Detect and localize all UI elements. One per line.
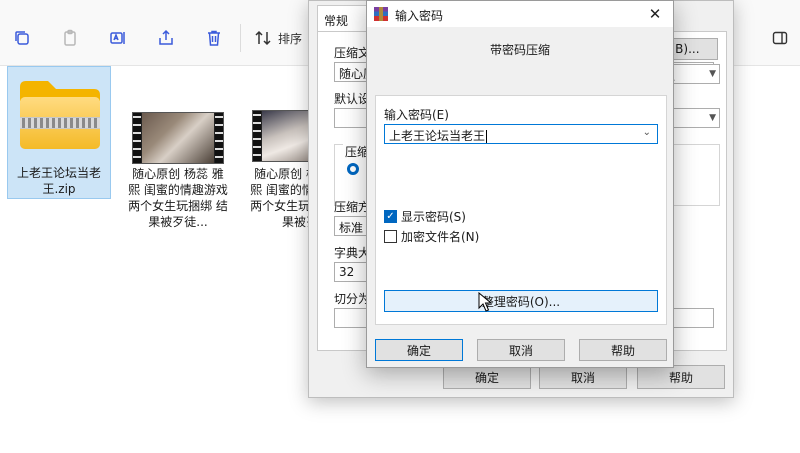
- rename-icon[interactable]: [108, 28, 128, 48]
- help-button[interactable]: 帮助: [579, 339, 667, 361]
- chevron-down-icon[interactable]: ⌄: [643, 127, 651, 138]
- checkbox-box: [384, 230, 397, 243]
- toolbar-divider: [240, 24, 241, 52]
- default-profile-label: 默认设: [334, 92, 371, 106]
- sort-button[interactable]: 排序: [254, 28, 302, 48]
- check-icon: ✓: [384, 210, 397, 223]
- mouse-cursor-icon: [478, 292, 492, 312]
- delete-icon[interactable]: [204, 28, 224, 48]
- compression-method-label: 压缩方: [334, 200, 371, 214]
- cancel-button[interactable]: 取消: [539, 365, 627, 389]
- show-password-checkbox[interactable]: ✓ 显示密码(S): [384, 208, 466, 225]
- sort-label: 排序: [278, 31, 303, 46]
- chevron-down-icon: ▼: [709, 69, 716, 79]
- close-icon[interactable]: ✕: [643, 3, 667, 25]
- password-label: 输入密码(E): [384, 108, 449, 122]
- chevron-down-icon: ▼: [709, 113, 716, 123]
- file-name: 上老王论坛当老王.zip: [16, 166, 101, 196]
- paste-icon[interactable]: [60, 28, 80, 48]
- password-group: 输入密码(E) 上老王论坛当老王 ⌄ ✓ 显示密码(S) 加密文件名(N) 整理…: [375, 95, 667, 325]
- cancel-button[interactable]: 取消: [477, 339, 565, 361]
- password-value: 上老王论坛当老王: [389, 129, 486, 143]
- archive-name-label: 压缩文: [334, 46, 371, 60]
- format-radio[interactable]: [347, 163, 359, 175]
- password-dialog-titlebar: 输入密码 ✕: [367, 1, 673, 27]
- winrar-icon: [374, 7, 388, 21]
- share-icon[interactable]: [156, 28, 176, 48]
- file-item-zip[interactable]: 上老王论坛当老王.zip: [7, 66, 111, 199]
- sort-icon: [255, 30, 271, 46]
- ok-button[interactable]: 确定: [375, 339, 463, 361]
- help-button[interactable]: 帮助: [637, 365, 725, 389]
- zip-folder-icon: [20, 81, 100, 149]
- dialog-heading: 带密码压缩: [489, 43, 550, 57]
- dialog-title: 输入密码: [395, 9, 444, 23]
- dictionary-size-label: 字典大: [334, 246, 371, 260]
- video-thumbnail: [132, 112, 224, 164]
- manage-passwords-button[interactable]: 整理密码(O)...: [384, 290, 658, 312]
- split-volumes-label: 切分为: [334, 292, 371, 306]
- file-name: 随心原创 杨蕊 雅熙 闺蜜的情趣游戏 两个女生玩捆绑 结果被歹徒...: [128, 167, 228, 229]
- password-input[interactable]: 上老王论坛当老王 ⌄: [384, 124, 658, 144]
- copy-icon[interactable]: [12, 28, 32, 48]
- details-pane-icon[interactable]: [772, 30, 788, 46]
- password-dialog: 输入密码 ✕ 带密码压缩 输入密码(E) 上老王论坛当老王 ⌄ ✓ 显示密码(S…: [366, 0, 674, 368]
- ok-button[interactable]: 确定: [443, 365, 531, 389]
- file-item-video[interactable]: 随心原创 杨蕊 雅熙 闺蜜的情趣游戏 两个女生玩捆绑 结果被歹徒...: [126, 66, 230, 236]
- password-dialog-body: 带密码压缩 输入密码(E) 上老王论坛当老王 ⌄ ✓ 显示密码(S) 加密文件名…: [367, 27, 673, 367]
- encrypt-filenames-checkbox[interactable]: 加密文件名(N): [384, 228, 479, 245]
